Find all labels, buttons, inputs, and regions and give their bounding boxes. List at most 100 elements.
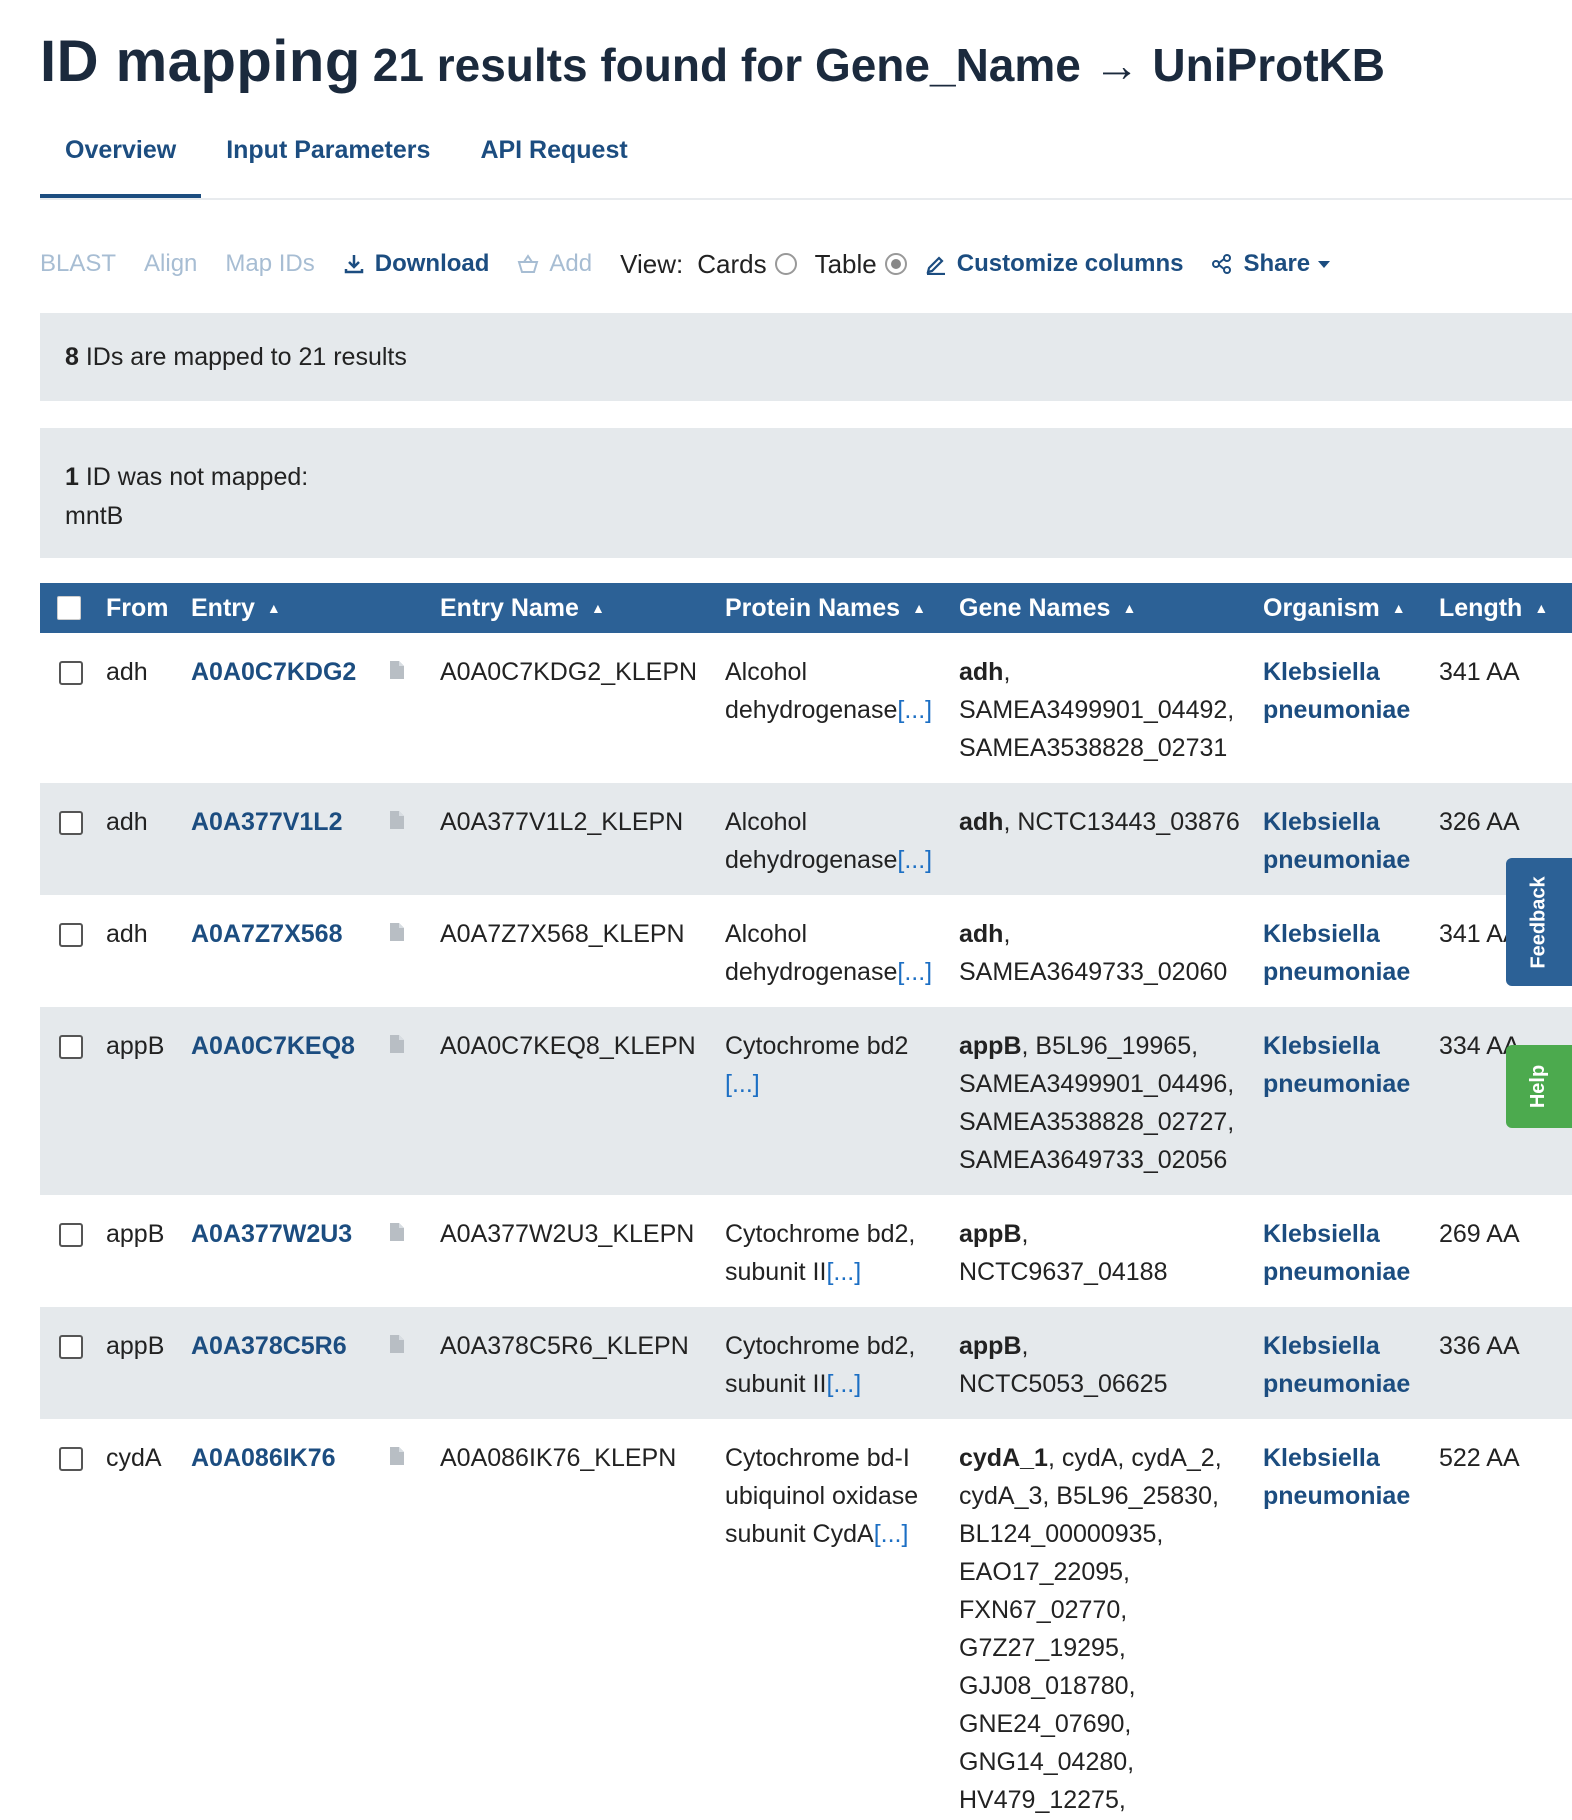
gene-name-line: NCTC5053_06625 [959, 1370, 1168, 1398]
document-icon [390, 1035, 404, 1053]
column-header-protein-names[interactable]: Protein Names ▲ [725, 583, 926, 633]
gene-name-text: , [1021, 1220, 1029, 1248]
blast-button[interactable]: BLAST [40, 250, 116, 278]
basket-icon [518, 254, 539, 273]
cards-radio[interactable] [774, 253, 797, 275]
help-tab[interactable]: Help [1506, 1045, 1572, 1128]
length-cell: 269 AA [1439, 1220, 1520, 1248]
protein-names-cell: Alcohol dehydrogenase[...] [725, 803, 950, 879]
feedback-tab[interactable]: Feedback [1506, 858, 1572, 986]
download-button[interactable]: Download [343, 250, 490, 278]
from-cell: cydA [106, 1444, 162, 1472]
table-row[interactable]: adh A0A0C7KDG2 A0A0C7KDG2_KLEPN Alcohol dehy… [40, 633, 1572, 783]
expand-protein-link[interactable]: [...] [725, 1070, 760, 1098]
gene-names-header-label: Gene Names [959, 593, 1111, 622]
organism-link[interactable]: Klebsiella pneumoniae [1263, 653, 1410, 729]
column-header-length[interactable]: Length ▲ [1439, 583, 1548, 633]
column-header-gene-names[interactable]: Gene Names ▲ [959, 583, 1136, 633]
protein-names-cell: Cytochrome bd-I ubiquinol oxidase subunit … [725, 1439, 950, 1553]
row-checkbox[interactable] [59, 1035, 83, 1059]
gene-name-line: cydA_3, B5L96_25830, [959, 1482, 1219, 1510]
gene-name-line: GNE24_07690, [959, 1710, 1132, 1738]
organism-link[interactable]: Klebsiella pneumoniae [1263, 915, 1410, 991]
organism-link[interactable]: Klebsiella pneumoniae [1263, 1215, 1410, 1291]
row-checkbox[interactable] [59, 1335, 83, 1359]
row-checkbox[interactable] [59, 811, 83, 835]
column-header-from: From [106, 583, 169, 633]
organism-link[interactable]: Klebsiella pneumoniae [1263, 1439, 1410, 1515]
view-table-option[interactable]: Table [815, 249, 907, 280]
row-checkbox[interactable] [59, 1223, 83, 1247]
gene-name-line: EAO17_22095, [959, 1558, 1130, 1586]
organism-name-line: pneumoniae [1263, 846, 1411, 874]
table-radio[interactable] [884, 253, 907, 275]
add-label: Add [549, 250, 593, 277]
view-cards-option[interactable]: Cards [697, 249, 797, 280]
entry-link[interactable]: A0A377W2U3 [191, 1215, 352, 1253]
entry-link[interactable]: A0A0C7KEQ8 [191, 1027, 355, 1065]
customize-columns-button[interactable]: Customize columns [925, 250, 1183, 278]
select-all-checkbox[interactable] [57, 596, 81, 620]
length-cell: 336 AA [1439, 1332, 1520, 1360]
organism-name-line: pneumoniae [1263, 1482, 1411, 1510]
table-row[interactable]: adh A0A377V1L2 A0A377V1L2_KLEPN Alcohol dehy… [40, 783, 1572, 895]
expand-protein-link[interactable]: [...] [874, 1520, 909, 1548]
entry-link[interactable]: A0A086IK76 [191, 1439, 336, 1477]
gene-name-line: GNG14_04280, [959, 1748, 1135, 1776]
expand-protein-link[interactable]: [...] [897, 696, 932, 724]
entry-link[interactable]: A0A378C5R6 [191, 1327, 347, 1365]
gene-name-line: SAMEA3538828_02731 [959, 734, 1228, 762]
organism-link[interactable]: Klebsiella pneumoniae [1263, 1027, 1410, 1103]
add-to-basket-button[interactable]: Add [517, 250, 592, 278]
map-ids-button[interactable]: Map IDs [225, 250, 314, 278]
unmapped-count: 1 [65, 463, 79, 491]
entry-link[interactable]: A0A7Z7X568 [191, 915, 342, 953]
entry-link[interactable]: A0A377V1L2 [191, 803, 342, 841]
expand-protein-link[interactable]: [...] [897, 958, 932, 986]
from-cell: appB [106, 1220, 165, 1248]
column-header-entry-name[interactable]: Entry Name ▲ [440, 583, 605, 633]
tab-input-parameters[interactable]: Input Parameters [201, 112, 455, 198]
table-row[interactable]: appB A0A377W2U3 A0A377W2U3_KLEPN Cytochrome… [40, 1195, 1572, 1307]
entry-name-header-label: Entry Name [440, 593, 579, 622]
organism-name-line: Klebsiella [1263, 1444, 1380, 1472]
column-header-entry[interactable]: Entry ▲ [191, 583, 281, 633]
unmapped-summary-panel: 1 ID was not mapped: mntB [40, 428, 1572, 558]
sort-arrow-icon: ▲ [266, 600, 281, 616]
protein-name-line: Alcohol [725, 653, 950, 691]
protein-name-line: ubiquinol oxidase [725, 1477, 950, 1515]
organism-link[interactable]: Klebsiella pneumoniae [1263, 803, 1410, 879]
gene-names-cell: cydA_1, cydA, cydA_2, cydA_3, B5L96_25830… [959, 1439, 1249, 1820]
results-summary-title: 21 results found for Gene_Name → UniProt… [372, 39, 1385, 91]
row-checkbox[interactable] [59, 923, 83, 947]
primary-gene-name: cydA_1 [959, 1444, 1048, 1472]
gene-name-text: , NCTC13443_03876 [1003, 808, 1240, 836]
table-row[interactable]: appB A0A0C7KEQ8 A0A0C7KEQ8_KLEPN Cytochrome… [40, 1007, 1572, 1195]
length-cell: 341 AA [1439, 658, 1520, 686]
row-checkbox[interactable] [59, 1447, 83, 1471]
gene-name-line: NCTC9637_04188 [959, 1258, 1168, 1286]
align-button[interactable]: Align [144, 250, 197, 278]
tab-api-request[interactable]: API Request [455, 112, 652, 198]
organism-name-line: Klebsiella [1263, 808, 1380, 836]
protein-name-text: Cytochrome bd-I [725, 1444, 910, 1472]
entry-link[interactable]: A0A0C7KDG2 [191, 653, 356, 691]
expand-protein-link[interactable]: [...] [897, 846, 932, 874]
download-label: Download [374, 250, 490, 277]
organism-link[interactable]: Klebsiella pneumoniae [1263, 1327, 1410, 1403]
tab-overview[interactable]: Overview [40, 112, 202, 198]
length-cell: 326 AA [1439, 808, 1520, 836]
protein-name-text: Alcohol [725, 920, 807, 948]
row-checkbox[interactable] [59, 661, 83, 685]
table-row[interactable]: adh A0A7Z7X568 A0A7Z7X568_KLEPN Alcohol dehy… [40, 895, 1572, 1007]
primary-gene-name: appB [959, 1220, 1022, 1248]
column-header-organism[interactable]: Organism ▲ [1263, 583, 1406, 633]
share-dropdown[interactable]: Share [1211, 250, 1331, 278]
expand-protein-link[interactable]: [...] [826, 1370, 861, 1398]
page-title: ID mapping [40, 29, 361, 94]
from-cell: appB [106, 1332, 165, 1360]
table-row[interactable]: cydA A0A086IK76 A0A086IK76_KLEPN Cytochrome… [40, 1419, 1572, 1820]
expand-protein-link[interactable]: [...] [826, 1258, 861, 1286]
organism-name-line: pneumoniae [1263, 1070, 1411, 1098]
table-row[interactable]: appB A0A378C5R6 A0A378C5R6_KLEPN Cytochrome… [40, 1307, 1572, 1419]
